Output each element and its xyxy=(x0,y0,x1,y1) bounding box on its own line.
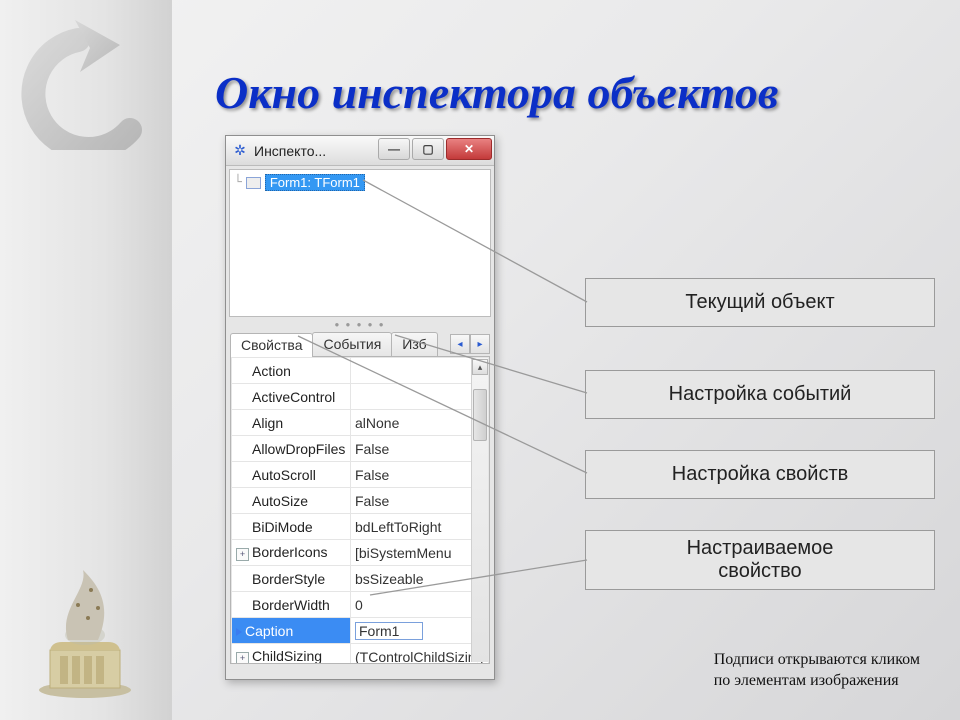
window-titlebar[interactable]: ✲ Инспекто... — ▢ ✕ xyxy=(226,136,494,166)
property-name: AllowDropFiles xyxy=(232,436,351,462)
property-value[interactable]: False xyxy=(351,462,489,488)
expand-icon[interactable]: + xyxy=(236,548,249,561)
property-value[interactable]: alNone xyxy=(351,410,489,436)
property-value[interactable]: [biSystemMenu xyxy=(351,540,489,566)
chevron-right-icon: ▸ xyxy=(477,339,482,350)
vertical-scrollbar[interactable]: ▴ xyxy=(471,358,488,662)
property-value[interactable]: bdLeftToRight xyxy=(351,514,489,540)
callout-properties[interactable]: Настройка свойств xyxy=(585,450,935,499)
footnote-line2: по элементам изображения xyxy=(714,670,920,692)
property-name: BorderWidth xyxy=(232,592,351,618)
property-grid[interactable]: ActionActiveControlAlignalNoneAllowDropF… xyxy=(230,357,490,664)
property-name: AutoScroll xyxy=(232,462,351,488)
property-name: BorderStyle xyxy=(232,566,351,592)
back-arrow-decoration xyxy=(20,20,160,150)
form-icon xyxy=(246,177,261,189)
property-value[interactable]: False xyxy=(351,488,489,514)
selection-arrow-icon xyxy=(236,628,242,636)
tab-events[interactable]: События xyxy=(312,332,392,356)
property-row[interactable]: BorderStylebsSizeable xyxy=(232,566,489,592)
slide-title: Окно инспектора объектов xyxy=(215,66,778,119)
property-value[interactable] xyxy=(351,384,489,410)
tree-branch-icon: └ xyxy=(234,175,242,190)
property-row[interactable]: BiDiModebdLeftToRight xyxy=(232,514,489,540)
property-name: Caption xyxy=(232,618,351,644)
property-row[interactable]: ActiveControl xyxy=(232,384,489,410)
pedestal-decoration xyxy=(30,540,140,700)
tab-scroll-left[interactable]: ◂ xyxy=(450,334,470,354)
chevron-left-icon: ◂ xyxy=(457,339,462,350)
property-name: Action xyxy=(232,358,351,384)
property-value[interactable]: bsSizeable xyxy=(351,566,489,592)
property-name: Align xyxy=(232,410,351,436)
property-value[interactable]: False xyxy=(351,436,489,462)
property-name: +BorderIcons xyxy=(232,540,351,566)
grip-icon: ● ● ● ● ● xyxy=(334,320,385,329)
tab-properties[interactable]: Свойства xyxy=(230,333,313,357)
callout-current-object[interactable]: Текущий объект xyxy=(585,278,935,327)
window-title-text: Инспекто... xyxy=(254,143,326,159)
scroll-thumb[interactable] xyxy=(473,389,487,441)
close-button[interactable]: ✕ xyxy=(446,138,492,160)
property-row[interactable]: Action xyxy=(232,358,489,384)
property-row[interactable]: AllowDropFilesFalse xyxy=(232,436,489,462)
tab-scroll-right[interactable]: ▸ xyxy=(470,334,490,354)
property-value[interactable]: 0 xyxy=(351,592,489,618)
close-icon: ✕ xyxy=(464,142,474,156)
property-name: BiDiMode xyxy=(232,514,351,540)
chevron-up-icon: ▴ xyxy=(478,362,483,373)
maximize-button[interactable]: ▢ xyxy=(412,138,444,160)
value-editor[interactable]: Form1 xyxy=(355,622,423,640)
footnote-line1: Подписи открываются кликом xyxy=(714,649,920,671)
component-tree[interactable]: └ Form1: TForm1 xyxy=(229,169,491,317)
splitter-handle[interactable]: ● ● ● ● ● xyxy=(231,320,489,328)
property-name: ActiveControl xyxy=(232,384,351,410)
property-name: AutoSize xyxy=(232,488,351,514)
property-row[interactable]: AlignalNone xyxy=(232,410,489,436)
footnote: Подписи открываются кликом по элементам … xyxy=(714,649,920,692)
scroll-up-button[interactable]: ▴ xyxy=(472,359,488,375)
property-row[interactable]: CaptionForm1 xyxy=(232,618,489,644)
property-value[interactable] xyxy=(351,358,489,384)
property-value[interactable]: (TControlChildSizing xyxy=(351,644,489,665)
tab-favorites[interactable]: Изб xyxy=(391,332,437,356)
property-row[interactable]: +BorderIcons[biSystemMenu xyxy=(232,540,489,566)
property-value[interactable]: Form1 xyxy=(351,618,489,644)
property-name: +ChildSizing xyxy=(232,644,351,665)
property-row[interactable]: AutoScrollFalse xyxy=(232,462,489,488)
object-inspector-window: ✲ Инспекто... — ▢ ✕ └ Form1: TForm1 ● ● … xyxy=(225,135,495,680)
app-icon: ✲ xyxy=(230,141,250,161)
minimize-button[interactable]: — xyxy=(378,138,410,160)
property-row[interactable]: BorderWidth0 xyxy=(232,592,489,618)
minimize-icon: — xyxy=(388,142,400,156)
tree-item-label: Form1: TForm1 xyxy=(265,174,365,191)
property-row[interactable]: +ChildSizing(TControlChildSizing xyxy=(232,644,489,665)
maximize-icon: ▢ xyxy=(422,142,433,156)
property-row[interactable]: AutoSizeFalse xyxy=(232,488,489,514)
tab-bar: Свойства События Изб ◂ ▸ xyxy=(230,330,490,357)
expand-icon[interactable]: + xyxy=(236,652,249,664)
callout-selected-property[interactable]: Настраиваемое свойство xyxy=(585,530,935,590)
callout-events[interactable]: Настройка событий xyxy=(585,370,935,419)
tree-item-form1[interactable]: └ Form1: TForm1 xyxy=(234,174,486,191)
